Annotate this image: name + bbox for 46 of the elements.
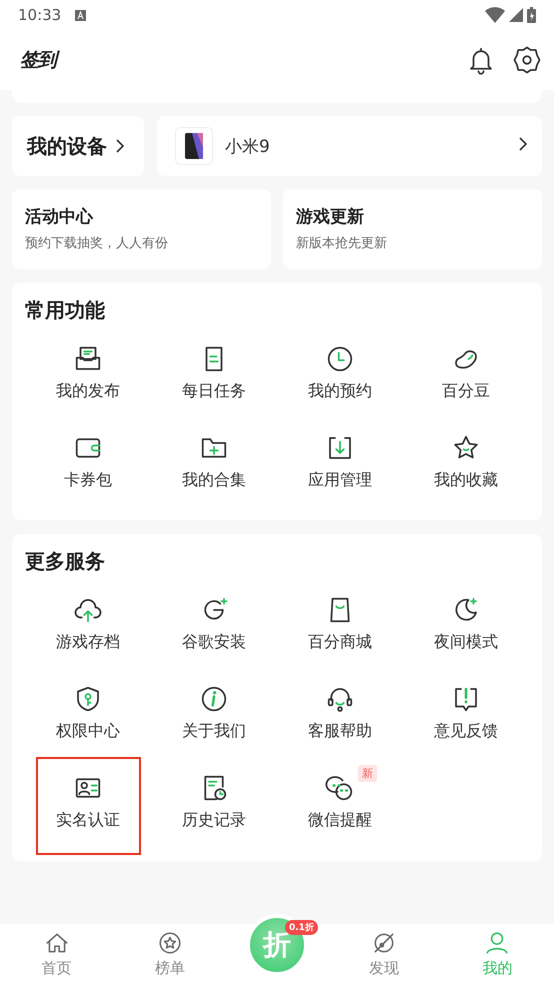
device-card[interactable]: 小米9 [157,116,542,176]
section-title: 常用功能 [25,297,105,324]
feature-item[interactable]: 谷歌安装 [151,585,277,674]
feature-item[interactable]: 夜间模式 [403,585,529,674]
feature-item[interactable]: 我的合集 [151,423,277,512]
feature-item[interactable]: 应用管理 [277,423,403,512]
clock-time: 10:33 [18,6,62,24]
info-icon [199,684,229,714]
phone-picture-icon [183,132,205,160]
person-icon [484,930,510,956]
feature-item[interactable]: 百分豆 [403,334,529,423]
feature-item[interactable]: 游戏存档 [25,585,151,674]
chat-bubbles-icon [325,773,355,803]
device-name: 小米9 [225,136,270,158]
clock-icon [325,344,355,374]
my-devices-button[interactable]: 我的设备 [12,116,144,176]
feature-item[interactable]: 我的收藏 [403,423,529,512]
feature-item[interactable]: 关于我们 [151,674,277,763]
battery-icon [527,7,536,23]
feature-item[interactable]: 我的预约 [277,334,403,423]
feature-item[interactable]: 卡券包 [25,423,151,512]
chevron-right-icon [518,136,528,152]
promo-card[interactable]: 游戏更新 新版本抢先更新 [283,189,542,269]
promo-title: 活动中心 [25,206,94,228]
nav-tab[interactable]: 发现 [328,924,441,984]
feature-item[interactable]: 客服帮助 [277,674,403,763]
nav-tab[interactable]: 榜单 [113,924,226,984]
feature-item[interactable]: 新 微信提醒 [277,763,403,852]
feature-item[interactable]: 历史记录 [151,763,277,852]
signal-icon [509,8,523,22]
star-circle-icon [156,930,183,956]
promo-subtitle: 新版本抢先更新 [296,235,388,252]
new-badge: 新 [358,765,377,782]
feature-item[interactable]: 意见反馈 [403,674,529,763]
feature-item[interactable]: 百分商城 [277,585,403,674]
promo-title: 游戏更新 [296,206,365,228]
keyboard-status-icon [75,10,86,20]
section-title: 更多服务 [25,548,105,575]
feature-item[interactable]: 我的发布 [25,334,151,423]
chevron-right-icon [115,138,125,154]
settings-icon[interactable] [512,45,542,75]
nav-tab[interactable]: 首页 [0,924,114,984]
feature-item[interactable]: 每日任务 [151,334,277,423]
wifi-icon [485,7,505,23]
promo-subtitle: 预约下载抽奖，人人有份 [25,235,169,252]
promo-card[interactable]: 活动中心 预约下载抽奖，人人有份 [12,189,271,269]
